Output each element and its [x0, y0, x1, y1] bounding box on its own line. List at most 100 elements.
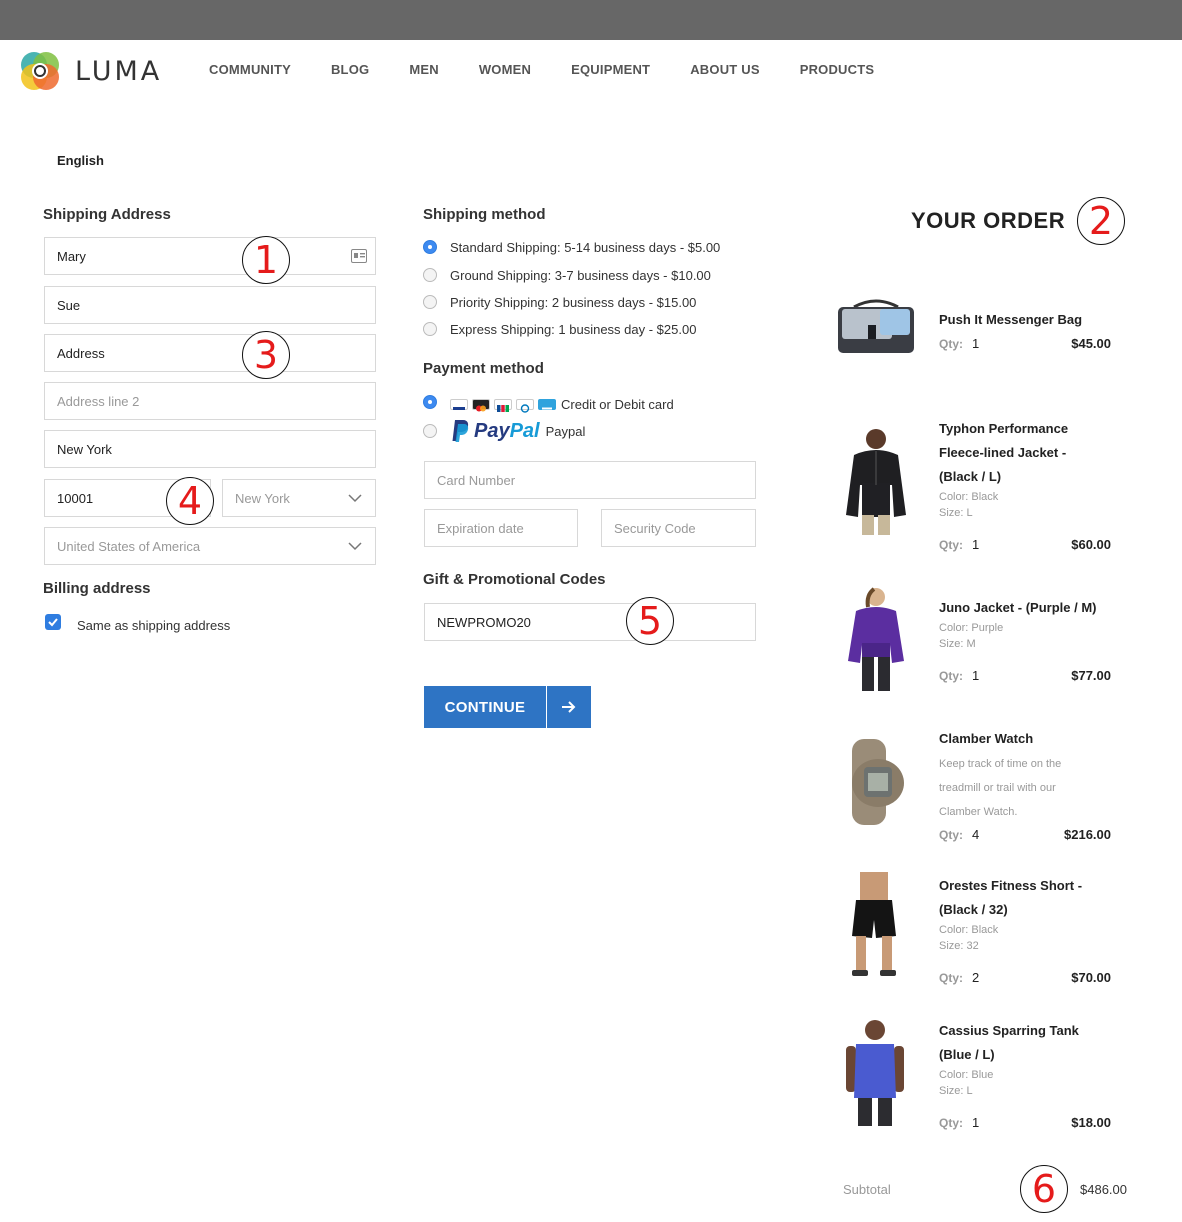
- qty-label: Qty:: [939, 538, 963, 552]
- shipping-express-radio[interactable]: [423, 322, 437, 336]
- luma-logo-icon: [17, 48, 63, 94]
- annotation-marker-4: 4: [166, 477, 214, 525]
- paypal-logo-pal: Pal: [509, 419, 540, 442]
- first-name-field[interactable]: Mary: [44, 237, 376, 275]
- cassius-tank-image: [842, 1018, 908, 1133]
- qty-label: Qty:: [939, 337, 963, 351]
- item-color: Color: Black: [939, 491, 999, 503]
- clamber-watch-image: [842, 737, 910, 832]
- qty-value: 1: [972, 537, 980, 552]
- annotation-marker-2: 2: [1077, 197, 1125, 245]
- last-name-field[interactable]: Sue: [44, 286, 376, 324]
- city-field[interactable]: New York: [44, 430, 376, 468]
- messenger-bag-image: [834, 297, 918, 366]
- item-name-line-2: Fleece-lined Jacket -: [939, 445, 1067, 460]
- item-name-line-1: Cassius Sparring Tank: [939, 1023, 1079, 1038]
- subtotal-value: $486.00: [1080, 1182, 1127, 1197]
- paypal-label: Paypal: [545, 423, 586, 439]
- shipping-priority-radio[interactable]: [423, 295, 437, 309]
- qty-label: Qty:: [939, 828, 963, 842]
- address-field[interactable]: Address: [44, 334, 376, 372]
- annotation-marker-1: 1: [242, 236, 290, 284]
- annotation-marker-5: 5: [626, 597, 674, 645]
- payment-method-title: Payment method: [423, 360, 544, 377]
- country-select[interactable]: United States of America: [44, 527, 376, 565]
- item-name: Juno Jacket - (Purple / M): [939, 600, 1097, 615]
- item-price: $18.00: [1071, 1115, 1111, 1130]
- typhon-jacket-image: [840, 425, 912, 542]
- item-color: Color: Black: [939, 924, 999, 936]
- expiration-placeholder: Expiration date: [437, 520, 524, 536]
- qty-value: 1: [972, 1115, 980, 1130]
- contact-card-icon[interactable]: [351, 249, 367, 263]
- address-line2-placeholder: Address line 2: [57, 393, 140, 409]
- orestes-short-image: [846, 870, 902, 985]
- security-code-field[interactable]: Security Code: [601, 509, 756, 547]
- item-name-line-2: (Black / 32): [939, 902, 1008, 917]
- top-bar: [0, 0, 1182, 40]
- item-price: $70.00: [1071, 970, 1111, 985]
- main-nav: COMMUNITY BLOG MEN WOMEN EQUIPMENT ABOUT…: [209, 62, 914, 77]
- expiration-date-field[interactable]: Expiration date: [424, 509, 578, 547]
- nav-men[interactable]: MEN: [409, 62, 439, 77]
- nav-women[interactable]: WOMEN: [479, 62, 531, 77]
- shipping-standard-radio[interactable]: [423, 240, 437, 254]
- nav-blog[interactable]: BLOG: [331, 62, 369, 77]
- paypal-option: PayPal Paypal: [452, 419, 585, 443]
- language-selector[interactable]: English: [57, 153, 104, 168]
- promo-title: Gift & Promotional Codes: [423, 571, 606, 588]
- same-as-shipping-checkbox[interactable]: [45, 614, 61, 630]
- credit-card-label: Credit or Debit card: [561, 397, 674, 412]
- item-color: Color: Purple: [939, 622, 1004, 634]
- diners-club-icon: [516, 399, 534, 413]
- qty-value: 4: [972, 827, 980, 842]
- card-number-field[interactable]: Card Number: [424, 461, 756, 499]
- mastercard-icon: [472, 399, 490, 412]
- arrow-right-icon: [547, 686, 591, 728]
- qty-label: Qty:: [939, 971, 963, 985]
- shipping-standard-label: Standard Shipping: 5-14 business days - …: [450, 240, 721, 255]
- city-value: New York: [57, 441, 112, 457]
- shipping-ground-label: Ground Shipping: 3-7 business days - $10…: [450, 268, 711, 283]
- continue-label: CONTINUE: [424, 686, 546, 728]
- shipping-method-title: Shipping method: [423, 206, 546, 223]
- card-brand-icons: Credit or Debit card: [450, 397, 674, 413]
- nav-products[interactable]: PRODUCTS: [800, 62, 875, 77]
- item-description-line-2: treadmill or trail with our: [939, 782, 1056, 794]
- promo-code-value: NEWPROMO20: [437, 614, 531, 630]
- shipping-address-title: Shipping Address: [43, 206, 171, 223]
- nav-about-us[interactable]: ABOUT US: [690, 62, 760, 77]
- item-name-line-2: (Blue / L): [939, 1047, 995, 1062]
- state-select[interactable]: New York: [222, 479, 376, 517]
- promo-code-field[interactable]: NEWPROMO20: [424, 603, 756, 641]
- item-name: Push It Messenger Bag: [939, 312, 1083, 327]
- amex-icon: [538, 399, 556, 410]
- shipping-ground-radio[interactable]: [423, 268, 437, 282]
- item-size: Size: L: [939, 1085, 973, 1097]
- jcb-icon: [494, 399, 512, 412]
- item-name-line-1: Typhon Performance: [939, 421, 1069, 436]
- visa-icon: [450, 399, 468, 410]
- paypal-logo-pay: Pay: [474, 419, 510, 442]
- continue-button[interactable]: CONTINUE: [424, 686, 591, 728]
- nav-equipment[interactable]: EQUIPMENT: [571, 62, 650, 77]
- item-description-line-1: Keep track of time on the: [939, 758, 1062, 770]
- chevron-down-icon: [347, 538, 363, 554]
- paypal-logo: PayPal: [474, 420, 540, 443]
- address-line2-field[interactable]: Address line 2: [44, 382, 376, 420]
- checkmark-icon: [48, 618, 58, 627]
- annotation-marker-6: 6: [1020, 1165, 1068, 1213]
- luma-logo[interactable]: LUMA: [17, 48, 162, 94]
- item-price: $45.00: [1071, 336, 1111, 351]
- item-price: $216.00: [1064, 827, 1111, 842]
- first-name-value: Mary: [57, 248, 86, 264]
- payment-card-radio[interactable]: [423, 395, 437, 409]
- qty-label: Qty:: [939, 669, 963, 683]
- item-size: Size: L: [939, 507, 973, 519]
- item-price: $77.00: [1071, 668, 1111, 683]
- payment-paypal-radio[interactable]: [423, 424, 437, 438]
- security-code-placeholder: Security Code: [614, 520, 696, 536]
- last-name-value: Sue: [57, 297, 81, 313]
- item-price: $60.00: [1071, 537, 1111, 552]
- nav-community[interactable]: COMMUNITY: [209, 62, 291, 77]
